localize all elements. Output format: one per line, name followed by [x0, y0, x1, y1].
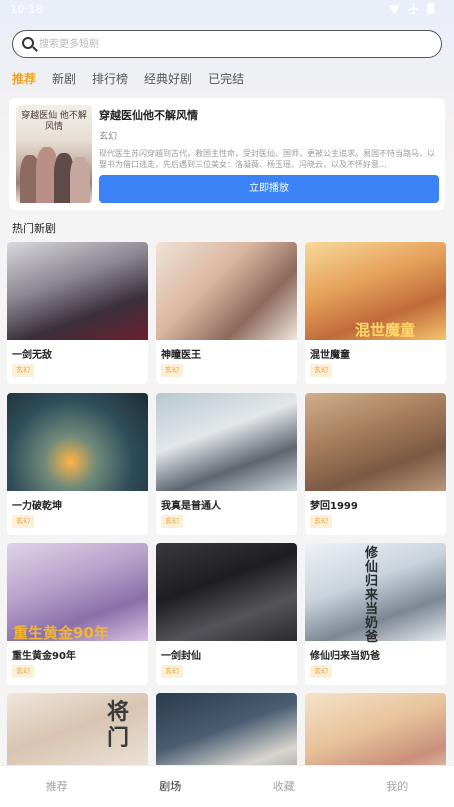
nav-recommend[interactable]: 推荐 — [0, 766, 114, 807]
drama-cover[interactable]: 修仙归来当奶爸 — [305, 543, 446, 645]
drama-title: 修仙归来当奶爸 — [310, 651, 380, 662]
genre-tag: 玄幻 — [310, 364, 332, 377]
genre-tag: 玄幻 — [12, 364, 34, 377]
drama-cover[interactable]: 重生黄金90年 — [7, 543, 148, 642]
battery-icon — [427, 3, 434, 14]
search-input[interactable] — [39, 35, 429, 53]
search-icon[interactable] — [22, 37, 34, 49]
drama-title: 梦回1999 — [310, 501, 358, 512]
search-bar[interactable] — [12, 30, 442, 58]
bottom-navigation: 推荐 剧场 收藏 我的 — [0, 765, 454, 807]
tab-classic[interactable]: 经典好剧 — [144, 70, 192, 88]
drama-title: 一力破乾坤 — [12, 501, 62, 512]
drama-title: 我真是普通人 — [161, 501, 221, 512]
section-title-hot-new: 热门新剧 — [12, 222, 56, 235]
cover-overlay-title: 修仙归来当奶爸 — [365, 546, 379, 645]
drama-card[interactable]: 一剑无敌 玄幻 — [7, 242, 148, 384]
tab-ranking[interactable]: 排行榜 — [92, 70, 128, 88]
drama-title: 一剑无敌 — [12, 350, 52, 361]
drama-card[interactable]: 修仙归来当奶爸 修仙归来当奶爸 玄幻 — [305, 543, 446, 685]
wifi-icon — [389, 5, 400, 14]
category-tabs: 推荐 新剧 排行榜 经典好剧 已完结 — [12, 70, 260, 88]
tab-new[interactable]: 新剧 — [52, 70, 76, 88]
featured-description: 现代医生苏闪穿越到古代，救国主性命，受封医仙、国师，更被公主追求。易国不恃当路马… — [99, 149, 435, 169]
nav-favorites[interactable]: 收藏 — [227, 766, 341, 807]
nav-theater[interactable]: 剧场 — [114, 766, 228, 807]
genre-tag: 玄幻 — [161, 364, 183, 377]
drama-cover[interactable] — [7, 393, 148, 491]
drama-cover[interactable] — [305, 393, 446, 491]
tab-completed[interactable]: 已完结 — [208, 70, 244, 88]
airplane-icon — [408, 3, 419, 14]
genre-tag: 玄幻 — [310, 515, 332, 528]
drama-card[interactable]: 一剑封仙 玄幻 — [156, 543, 297, 685]
nav-mine[interactable]: 我的 — [341, 766, 454, 807]
cover-overlay-title: 重生黄金90年 — [13, 624, 109, 642]
drama-card[interactable]: 重生黄金90年 重生黄金90年 玄幻 — [7, 543, 148, 685]
drama-title: 一剑封仙 — [161, 651, 201, 662]
status-time: 10:18 — [10, 3, 44, 16]
drama-cover[interactable] — [156, 393, 297, 491]
genre-tag: 玄幻 — [12, 665, 34, 678]
drama-card[interactable]: 我真是普通人 玄幻 — [156, 393, 297, 535]
tab-recommend[interactable]: 推荐 — [12, 70, 36, 88]
drama-card[interactable]: 神瞳医王 玄幻 — [156, 242, 297, 384]
drama-card[interactable]: 混世魔童 混世魔童 玄幻 — [305, 242, 446, 384]
drama-title: 神瞳医王 — [161, 350, 201, 361]
drama-card[interactable]: 梦回1999 玄幻 — [305, 393, 446, 535]
featured-drama-card[interactable]: 穿越医仙 他不解风情 穿越医仙他不解风情 玄幻 现代医生苏闪穿越到古代，救国主性… — [9, 98, 445, 210]
featured-title: 穿越医仙他不解风情 — [99, 109, 198, 122]
featured-poster[interactable]: 穿越医仙 他不解风情 — [16, 105, 92, 203]
drama-title: 重生黄金90年 — [12, 651, 76, 662]
featured-poster-title: 穿越医仙 他不解风情 — [21, 111, 87, 132]
drama-cover[interactable]: 混世魔童 — [305, 242, 446, 340]
drama-cover[interactable] — [156, 242, 297, 340]
featured-genre: 玄幻 — [99, 132, 118, 142]
drama-card[interactable]: 一力破乾坤 玄幻 — [7, 393, 148, 535]
cover-overlay-title: 混世魔童 — [355, 321, 416, 339]
genre-tag: 玄幻 — [12, 515, 34, 528]
status-bar: 10:18 — [0, 0, 454, 22]
genre-tag: 玄幻 — [161, 515, 183, 528]
drama-cover[interactable] — [7, 242, 148, 340]
play-now-button[interactable]: 立即播放 — [99, 175, 439, 203]
drama-title: 混世魔童 — [310, 350, 350, 361]
drama-cover[interactable] — [156, 543, 297, 641]
genre-tag: 玄幻 — [310, 665, 332, 678]
cover-overlay-title: 将门 — [107, 699, 130, 751]
status-icons — [389, 3, 434, 14]
genre-tag: 玄幻 — [161, 665, 183, 678]
